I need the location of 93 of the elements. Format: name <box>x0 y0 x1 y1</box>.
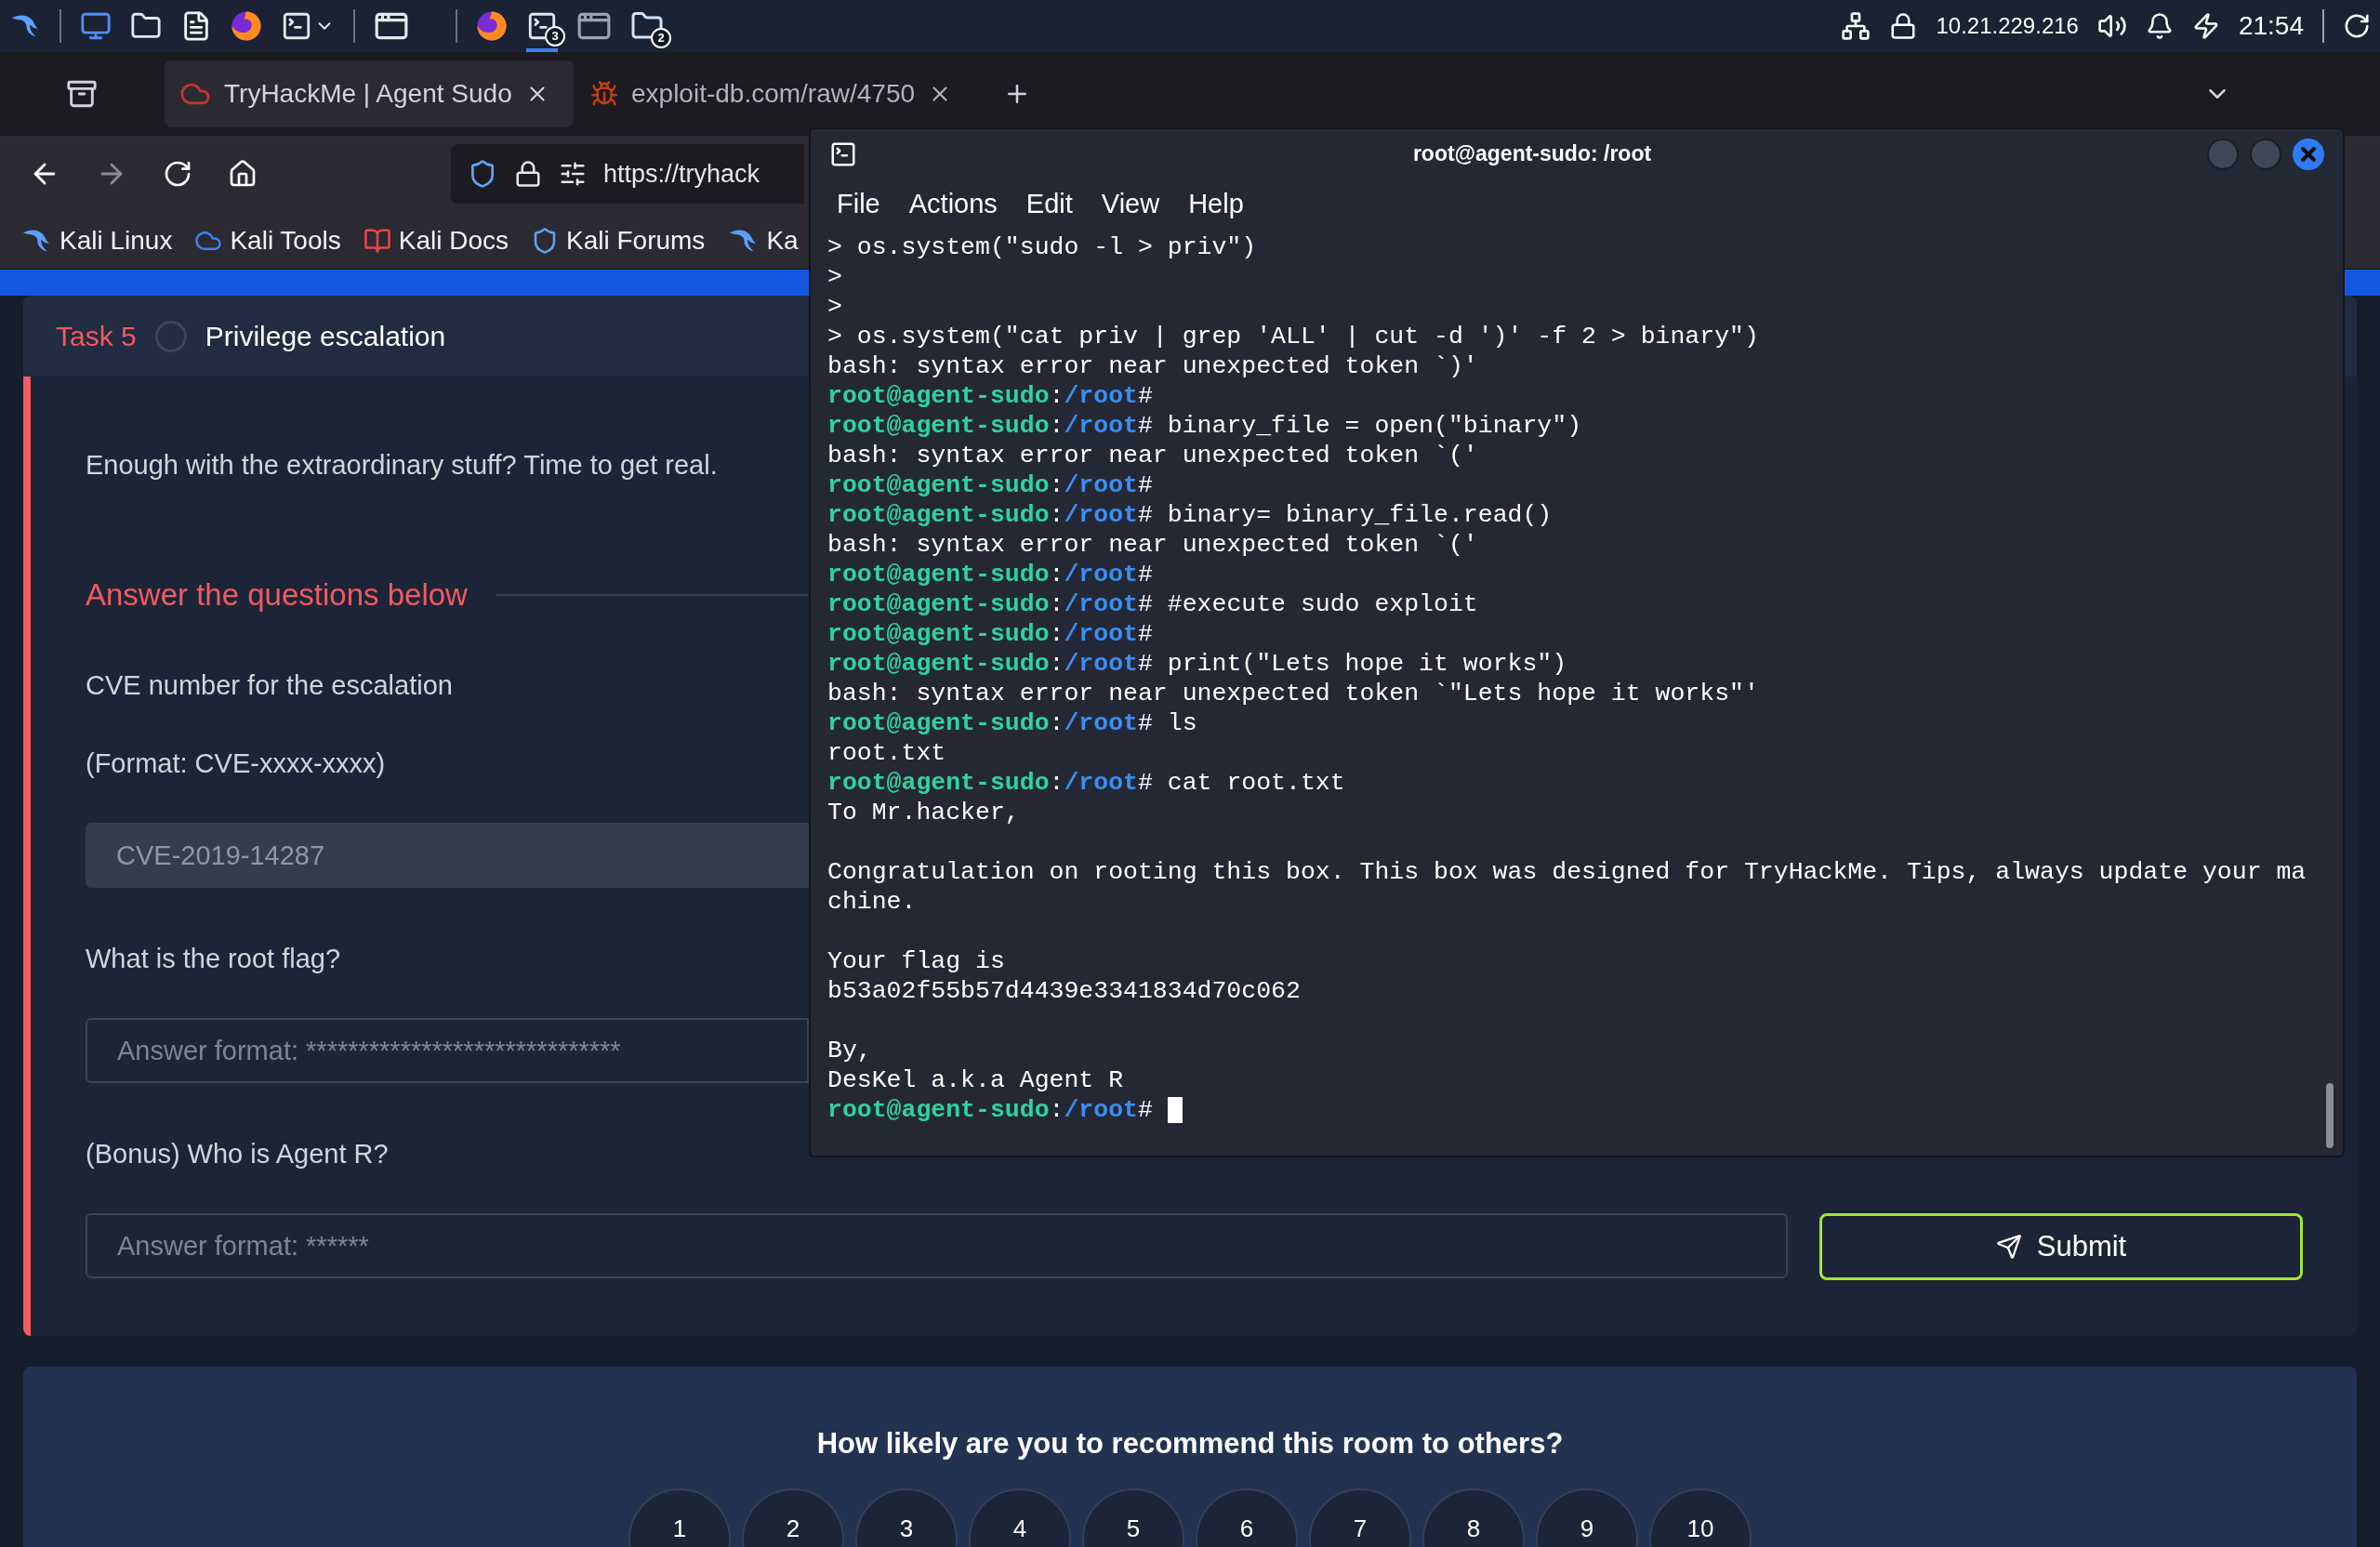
address-bar[interactable]: https://tryhack <box>451 144 804 204</box>
bookmark-label: Kali Forums <box>566 224 706 257</box>
answer-field[interactable]: Answer format: ****** <box>86 1213 1788 1278</box>
rating-option[interactable]: 9 <box>1536 1488 1638 1547</box>
terminal-line: chine. <box>827 887 917 917</box>
answer-field[interactable]: CVE-2019-14287 <box>86 823 809 888</box>
bug-icon <box>590 80 618 108</box>
send-icon <box>1995 1234 2022 1260</box>
bookmark-label: Kali Docs <box>398 224 509 257</box>
rating-option[interactable]: 4 <box>969 1488 1071 1547</box>
bookmark[interactable]: Kali Linux <box>20 220 173 260</box>
close-button[interactable] <box>2293 138 2324 170</box>
terminal-line: Congratulation on rooting this box. This box was designed for TryHackMe. Tips, always update your ma <box>827 857 2307 887</box>
tab-title: TryHackMe | Agent Sudo <box>224 78 512 110</box>
rating-option[interactable]: 6 <box>1196 1488 1298 1547</box>
terminal-line: To Mr.hacker, <box>827 798 1020 827</box>
permissions-icon[interactable] <box>559 160 587 188</box>
refresh-icon[interactable] <box>2343 12 2371 40</box>
terminal-line: root.txt <box>827 738 946 768</box>
terminal-line: bash: syntax error near unexpected token `(' <box>827 441 1478 470</box>
terminal-line: > os.system("cat priv | grep 'ALL' | cut -d ')' -f 2 > binary") <box>827 322 1759 351</box>
terminal-line: root@agent-sudo:/root# <box>827 470 1153 500</box>
browser-tab[interactable]: TryHackMe | Agent Sudo <box>165 60 574 127</box>
format-hint: (Format: CVE-xxxx-xxxx) <box>86 747 386 780</box>
rating-option[interactable]: 10 <box>1649 1488 1752 1547</box>
menu-item[interactable]: Help <box>1188 184 1244 225</box>
terminal-line: root@agent-sudo:/root# cat root.txt <box>827 768 1345 798</box>
lock-icon[interactable] <box>514 160 542 188</box>
menu-item[interactable]: View <box>1101 184 1160 225</box>
ip-address: 10.21.229.216 <box>1936 12 2079 40</box>
bookmark[interactable]: Kali Tools <box>194 220 341 260</box>
browser-icon[interactable] <box>231 10 262 42</box>
terminal-line: root@agent-sudo:/root# <box>827 1095 1183 1125</box>
submit-button[interactable]: Submit <box>1819 1213 2303 1280</box>
menu-item[interactable]: Edit <box>1025 184 1073 225</box>
terminal-line: root@agent-sudo:/root# print("Lets hope it works") <box>827 649 1567 679</box>
terminal-line: root@agent-sudo:/root# <box>827 560 1153 589</box>
rating-option[interactable]: 5 <box>1082 1488 1184 1547</box>
bookmark[interactable]: Kali Docs <box>363 220 509 260</box>
terminal-line: > <box>827 262 842 292</box>
bookmark[interactable]: Ka <box>727 220 799 260</box>
terminal-line: root@agent-sudo:/root# binary= binary_file.read() <box>827 500 1553 530</box>
tab-title: exploit-db.com/raw/4750 <box>631 78 916 110</box>
bookmark-label: Kali Tools <box>230 224 341 257</box>
rating-question: How likely are you to recommend this room to others? <box>816 1426 1564 1461</box>
terminal-line: > os.system("sudo -l > priv") <box>827 232 1257 262</box>
terminal-line: Your flag is <box>827 946 1005 976</box>
window-title: root@agent-sudo: /root <box>1411 140 1653 168</box>
rating-option[interactable]: 3 <box>855 1488 958 1547</box>
terminal-line: root@agent-sudo:/root# <box>827 619 1153 649</box>
terminal-line: > <box>827 292 842 322</box>
terminal-line: root@agent-sudo:/root# <box>827 381 1153 411</box>
question-text: What is the root flag? <box>86 943 341 975</box>
rating-option[interactable]: 1 <box>628 1488 731 1547</box>
terminal-line: root@agent-sudo:/root# ls <box>827 708 1197 738</box>
answer-field[interactable]: Answer format: ****************************** <box>86 1018 809 1083</box>
question-text: CVE number for the escalation <box>86 669 453 702</box>
question-text: (Bonus) Who is Agent R? <box>86 1138 389 1170</box>
terminal-icon[interactable] <box>281 10 312 42</box>
terminal-line: root@agent-sudo:/root# binary_file = open("binary") <box>827 411 1582 441</box>
rating-option[interactable]: 8 <box>1422 1488 1525 1547</box>
clock: 21:54 <box>2238 10 2304 42</box>
browser-tab[interactable]: exploit-db.com/raw/4750 <box>575 60 985 127</box>
desktop-icon[interactable] <box>80 10 112 42</box>
reload-icon[interactable] <box>163 159 192 189</box>
terminal-task-icon[interactable] <box>526 10 558 42</box>
rating-option[interactable]: 7 <box>1309 1488 1411 1547</box>
browser-icon[interactable] <box>476 10 508 42</box>
terminal-line: b53a02f55b57d4439e3341834d70c062 <box>827 976 1301 1006</box>
home-icon[interactable] <box>228 159 258 189</box>
terminal-line: By, <box>827 1036 872 1065</box>
window-count-badge: 3 <box>545 26 565 46</box>
task-title: Privilege escalation <box>205 320 446 353</box>
menu-item[interactable]: Actions <box>908 184 998 225</box>
window-count-badge: 2 <box>651 28 671 48</box>
active-indicator <box>526 48 558 52</box>
terminal-line: bash: syntax error near unexpected token `"Lets hope it works"' <box>827 679 1759 708</box>
scrollbar <box>2326 1083 2334 1148</box>
tab-list-icon[interactable] <box>65 78 98 110</box>
lock-icon[interactable] <box>1889 12 1918 40</box>
bookmark[interactable]: Kali Forums <box>531 220 706 260</box>
terminal-line: DesKel a.k.a Agent R <box>827 1065 1124 1095</box>
task-number: Task 5 <box>56 320 137 353</box>
menu-item[interactable]: File <box>837 184 880 225</box>
terminal-line: bash: syntax error near unexpected token `)' <box>827 351 1478 381</box>
terminal-line: root@agent-sudo:/root# #execute sudo exploit <box>827 589 1478 619</box>
task-description: Enough with the extraordinary stuff? Time to get real. <box>86 449 718 482</box>
network-icon[interactable] <box>1841 11 1871 41</box>
bookmark-label: Kali Linux <box>60 224 173 257</box>
rating-option[interactable]: 2 <box>742 1488 844 1547</box>
section-title: Answer the questions below <box>86 576 468 614</box>
terminal-line: bash: syntax error near unexpected token `(' <box>827 530 1478 560</box>
bookmark-label: Ka <box>766 224 799 257</box>
